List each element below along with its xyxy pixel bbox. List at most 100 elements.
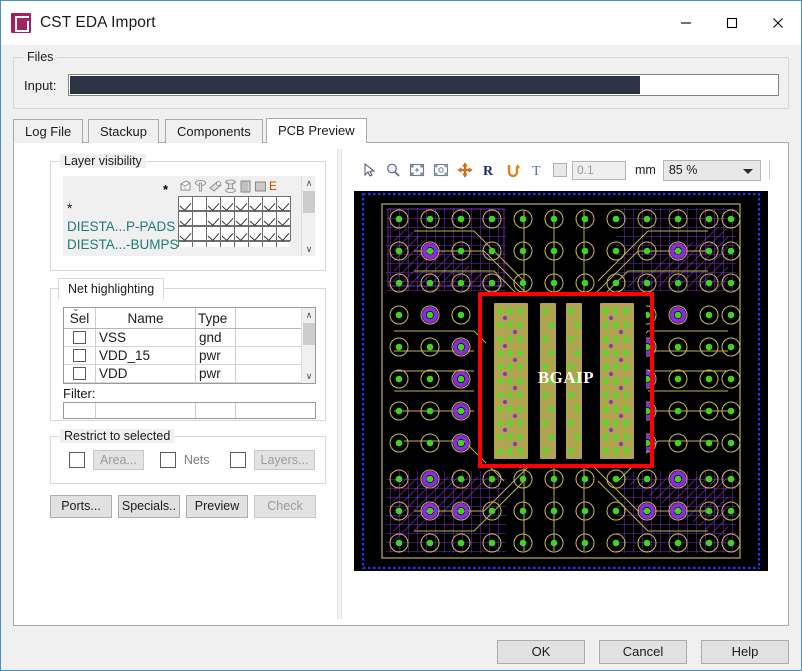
ports-button[interactable]: Ports... [50,495,112,518]
column-header-name[interactable]: Name [96,308,196,328]
layer-check[interactable] [248,196,263,211]
flip-icon[interactable] [502,159,524,181]
preview-button[interactable]: Preview [186,495,248,518]
layer-row-name[interactable]: DIESTA...-BUMPS [67,236,179,254]
layer-row-name[interactable]: * [67,200,179,218]
net-checkbox[interactable] [73,349,86,362]
table-row[interactable]: VDD_15 pwr [64,347,315,365]
layer-check[interactable] [206,241,221,247]
scroll-up-icon[interactable]: ∧ [302,308,315,322]
layer-check[interactable] [178,196,193,211]
layer-check[interactable] [192,226,207,241]
help-button[interactable]: Help [701,640,789,664]
check-button[interactable]: Check [254,495,316,518]
zoom-region-icon[interactable] [430,159,452,181]
filter-input-row[interactable] [63,402,316,419]
layer-check[interactable] [262,211,277,226]
net-table-scrollbar[interactable]: ∧ ∨ [301,308,315,383]
table-row[interactable] [178,226,291,241]
tab-log-file[interactable]: Log File [13,119,84,143]
layer-check[interactable] [276,226,291,241]
scroll-down-icon[interactable]: ∨ [302,242,315,256]
close-button[interactable] [755,1,801,45]
layer-check[interactable] [206,226,221,241]
layer-check[interactable] [220,241,235,247]
scrollbar-thumb[interactable] [303,191,315,213]
filter-cell-type[interactable] [196,403,236,418]
tab-components[interactable]: Components [165,119,263,143]
layer-check[interactable] [178,226,193,241]
layer-check[interactable] [220,226,235,241]
column-header-type[interactable]: Type [196,308,236,328]
scrollbar-thumb[interactable] [303,323,315,345]
column-header-sel[interactable]: ⌄ Sel [64,308,96,328]
layer-check[interactable] [192,211,207,226]
tab-net-highlighting[interactable]: Net highlighting [58,278,165,300]
filter-cell-name[interactable] [96,403,196,418]
table-row[interactable] [178,196,291,211]
layer-check[interactable] [262,196,277,211]
layer-check[interactable] [178,241,193,247]
specials-button[interactable]: Specials.. [118,495,180,518]
layer-check[interactable] [178,211,193,226]
cancel-button[interactable]: Cancel [599,640,687,664]
maximize-button[interactable] [709,1,755,45]
table-row[interactable] [178,241,290,247]
pan-move-icon[interactable] [454,159,476,181]
layers-button[interactable]: Layers... [253,450,316,470]
tab-stackup[interactable]: Stackup [88,119,159,143]
panel-splitter[interactable] [337,149,342,619]
layer-check[interactable] [192,196,207,211]
area-button[interactable]: Area... [93,450,144,470]
zoom-level-dropdown[interactable]: 85 % [662,159,761,181]
scroll-up-icon[interactable]: ∧ [302,176,315,190]
net-select-cell[interactable] [64,347,96,364]
ok-button[interactable]: OK [497,640,585,664]
select-arrow-icon[interactable] [358,159,380,181]
layer-check[interactable] [276,241,290,247]
layer-check[interactable] [234,241,249,247]
layer-check[interactable] [248,211,263,226]
net-checkbox[interactable] [73,367,86,380]
layer-check[interactable] [276,196,291,211]
layer-visibility-table[interactable]: * * DIESTA...P-PADS DIESTA...-BUMPS ROUT… [63,176,315,256]
restrict-layers-checkbox[interactable] [229,452,246,468]
layer-check[interactable] [234,196,249,211]
scroll-down-icon[interactable]: ∨ [302,369,315,383]
text-icon[interactable]: T [526,159,548,181]
table-row[interactable] [178,211,291,226]
layer-table-scrollbar[interactable]: ∧ ∨ [301,176,315,256]
layer-check[interactable] [206,211,221,226]
net-select-cell[interactable] [64,365,96,382]
minimize-button[interactable] [663,1,709,45]
table-row[interactable]: VSS gnd [64,329,315,347]
input-path-field[interactable] [68,74,779,96]
layer-check[interactable] [206,196,221,211]
layer-check[interactable] [248,241,263,247]
layer-check[interactable] [192,241,207,247]
net-select-cell[interactable] [64,383,96,384]
layer-check[interactable] [248,226,263,241]
layer-check[interactable] [262,226,277,241]
zoom-fit-icon[interactable] [406,159,428,181]
table-row[interactable]: VDD pwr [64,365,315,383]
table-row[interactable]: THERMAL sig [64,383,315,384]
net-checkbox[interactable] [73,383,86,384]
layer-check[interactable] [234,226,249,241]
grid-snap-checkbox[interactable] [553,163,567,177]
net-table[interactable]: ⌄ Sel Name Type VSS gnd VDD_15 pwr VDD p… [63,307,316,384]
layer-check[interactable] [234,211,249,226]
pcb-preview-canvas[interactable]: BGAIP [354,191,768,571]
layer-check[interactable] [220,211,235,226]
tab-pcb-preview[interactable]: PCB Preview [266,118,367,143]
layer-row-name[interactable]: DIESTA...P-PADS [67,218,179,236]
restrict-nets-checkbox[interactable] [159,452,176,468]
net-select-cell[interactable] [64,329,96,346]
grid-value-input[interactable]: 0.1 [572,160,626,180]
rotate-r-icon[interactable]: R [478,159,500,181]
layer-row-name[interactable]: ROUTE-1 [67,254,179,256]
filter-cell-sel[interactable] [64,403,96,418]
layer-check[interactable] [220,196,235,211]
layer-check[interactable] [262,241,277,247]
zoom-magnifier-icon[interactable] [382,159,404,181]
